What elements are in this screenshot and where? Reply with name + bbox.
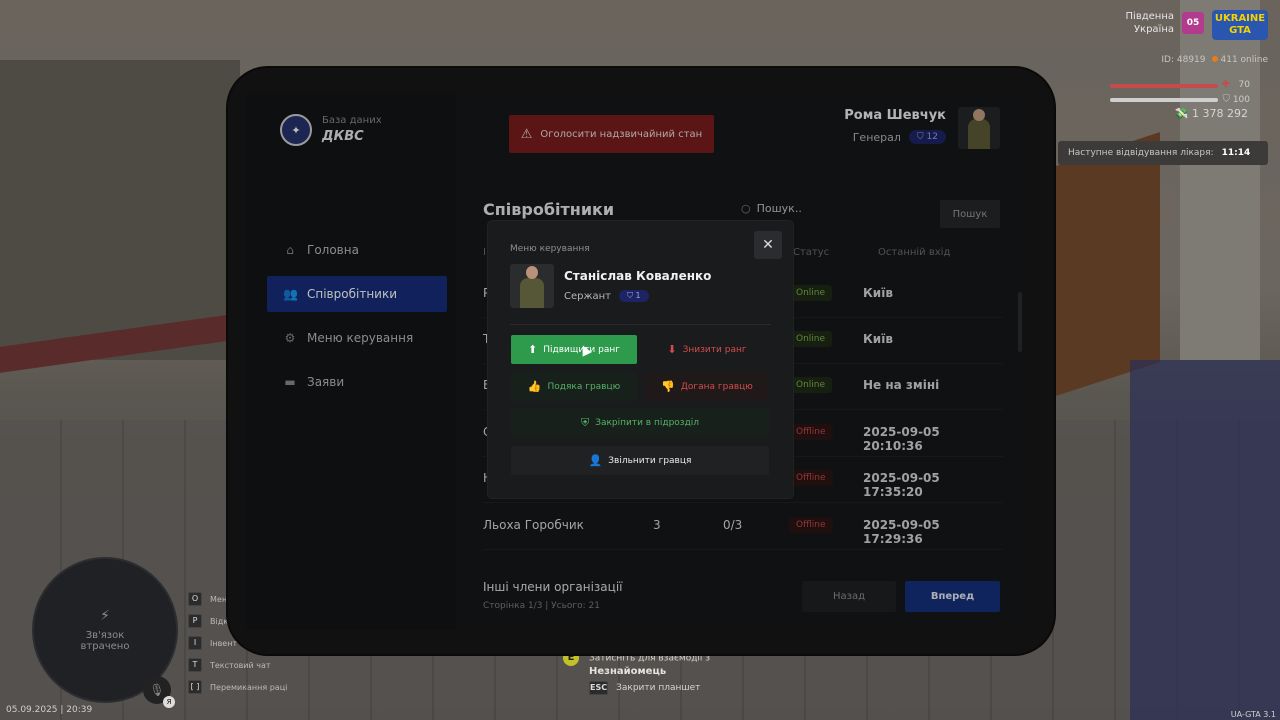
rank-badge: ⛉ 1	[618, 290, 649, 302]
employee-rank: Сержант ⛉ 1	[564, 290, 649, 302]
server-name: Південна Україна	[1125, 11, 1174, 35]
datetime: 05.09.2025 | 20:39	[6, 705, 93, 715]
door	[1050, 132, 1160, 398]
health-bar	[1110, 84, 1218, 88]
close-button[interactable]: ✕	[754, 231, 782, 259]
doctor-timer: Наступне відвідування лікаря: 11:14	[1058, 141, 1268, 165]
mic-key: Я	[163, 696, 175, 708]
ukraine-gta-logo: UKRAINE GTA	[1212, 10, 1268, 40]
divider	[510, 324, 771, 325]
reprimand-button[interactable]: 👎 Догана гравцю	[645, 372, 769, 401]
user-remove-icon: 👤	[588, 454, 603, 467]
interact-prompt: E Затисніть для взаємодії з Незнайомець E…	[563, 650, 710, 695]
shield-plus-icon: ⛨	[580, 415, 590, 429]
promote-button[interactable]: ⬆ Підвищити ранг	[511, 335, 637, 364]
assign-unit-button[interactable]: ⛨ Закріпити в підрозділ	[511, 408, 769, 437]
demote-button[interactable]: ⬇ Знизити ранг	[645, 335, 769, 364]
no-signal-icon: ⚡	[100, 608, 110, 624]
thumbs-down-icon: 👎	[661, 380, 675, 393]
health-icon: ✚	[1221, 79, 1230, 90]
server-badge: 05	[1182, 12, 1204, 34]
employee-avatar	[510, 264, 554, 308]
control-menu-modal: Меню керування ✕ Станіслав Коваленко Сер…	[488, 221, 793, 498]
close-icon: ✕	[762, 237, 774, 253]
blue-light	[1130, 360, 1280, 720]
shield-icon: ⛉	[1222, 94, 1231, 105]
fire-button[interactable]: 👤 Звільнити гравця	[511, 446, 769, 475]
version: UA-GTA 3.1	[1230, 710, 1276, 719]
armor-value: 100	[1232, 95, 1250, 105]
shield-icon: ⛉	[626, 291, 636, 300]
modal-title: Меню керування	[510, 244, 590, 254]
cash-icon: 💸	[1174, 107, 1193, 120]
arrow-up-circle-icon: ⬆	[528, 343, 538, 356]
thumbs-up-icon: 👍	[527, 380, 542, 393]
arrow-down-circle-icon: ⬇	[667, 343, 677, 356]
health-value: 70	[1238, 80, 1250, 90]
money: 💸 1 378 292	[1174, 107, 1248, 120]
pillar	[1180, 0, 1260, 360]
thank-button[interactable]: 👍 Подяка гравцю	[511, 372, 637, 401]
online-dot-icon	[1211, 56, 1218, 62]
armor-bar	[1110, 98, 1218, 102]
window-frame	[0, 60, 240, 360]
player-id: ID: 48919 411 online	[1161, 55, 1268, 65]
employee-name: Станіслав Коваленко	[564, 269, 712, 283]
